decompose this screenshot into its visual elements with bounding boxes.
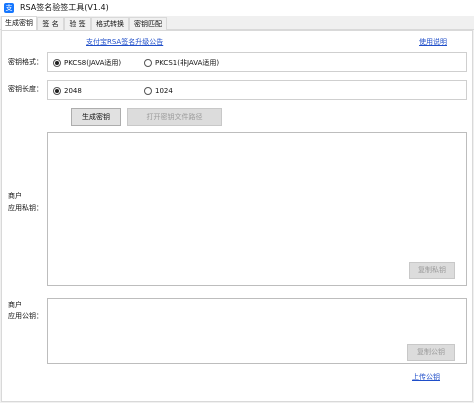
radio-pkcs1-label: PKCS1(非JAVA适用) xyxy=(155,58,220,67)
key-format-group: PKCS8(JAVA适用) PKCS1(非JAVA适用) xyxy=(47,52,467,72)
radio-1024[interactable]: 1024 xyxy=(144,86,173,96)
tab-verify[interactable]: 验 签 xyxy=(64,17,91,30)
public-key-label-line2: 应用公钥： xyxy=(8,312,43,320)
radio-2048[interactable]: 2048 xyxy=(53,86,82,96)
tab-generate-key[interactable]: 生成密钥 xyxy=(1,16,37,31)
radio-pkcs1[interactable]: PKCS1(非JAVA适用) xyxy=(144,58,219,68)
copy-public-key-button[interactable]: 复制公钥 xyxy=(407,344,455,361)
private-key-label-line2: 应用私钥： xyxy=(8,204,43,212)
generate-key-button[interactable]: 生成密钥 xyxy=(71,108,121,126)
public-key-label-line1: 商户 xyxy=(8,301,22,309)
upload-public-key-link[interactable]: 上传公钥 xyxy=(412,373,440,382)
radio-pkcs8-indicator xyxy=(53,59,61,67)
private-key-label-line1: 商户 xyxy=(8,192,22,200)
radio-1024-indicator xyxy=(144,87,152,95)
radio-pkcs8-label: PKCS8(JAVA适用) xyxy=(64,58,122,67)
key-format-label: 密钥格式： xyxy=(8,58,43,66)
title-bar: 支 RSA签名验签工具(V1.4) xyxy=(0,0,474,16)
key-length-label: 密钥长度： xyxy=(8,85,43,93)
tab-format-convert[interactable]: 格式转换 xyxy=(91,17,129,30)
radio-1024-label: 1024 xyxy=(155,86,173,95)
private-key-textarea[interactable] xyxy=(47,132,467,286)
radio-2048-label: 2048 xyxy=(64,86,82,95)
tab-sign[interactable]: 签 名 xyxy=(37,17,64,30)
window-title: RSA签名验签工具(V1.4) xyxy=(20,3,109,12)
tab-key-match[interactable]: 密钥匹配 xyxy=(129,17,167,30)
announcement-link[interactable]: 支付宝RSA签名升级公告 xyxy=(86,38,163,47)
copy-private-key-button[interactable]: 复制私钥 xyxy=(409,262,455,279)
open-key-path-button[interactable]: 打开密钥文件路径 xyxy=(127,108,222,126)
radio-pkcs1-indicator xyxy=(144,59,152,67)
key-length-group: 2048 1024 xyxy=(47,80,467,100)
radio-2048-indicator xyxy=(53,87,61,95)
public-key-textarea[interactable] xyxy=(47,298,467,364)
alipay-icon: 支 xyxy=(4,3,14,13)
radio-pkcs8[interactable]: PKCS8(JAVA适用) xyxy=(53,58,121,68)
generate-key-panel: 支付宝RSA签名升级公告 使用说明 密钥格式： PKCS8(JAVA适用) PK… xyxy=(1,30,473,402)
help-link[interactable]: 使用说明 xyxy=(419,38,447,47)
tab-strip: 生成密钥 签 名 验 签 格式转换 密钥匹配 xyxy=(0,16,474,31)
